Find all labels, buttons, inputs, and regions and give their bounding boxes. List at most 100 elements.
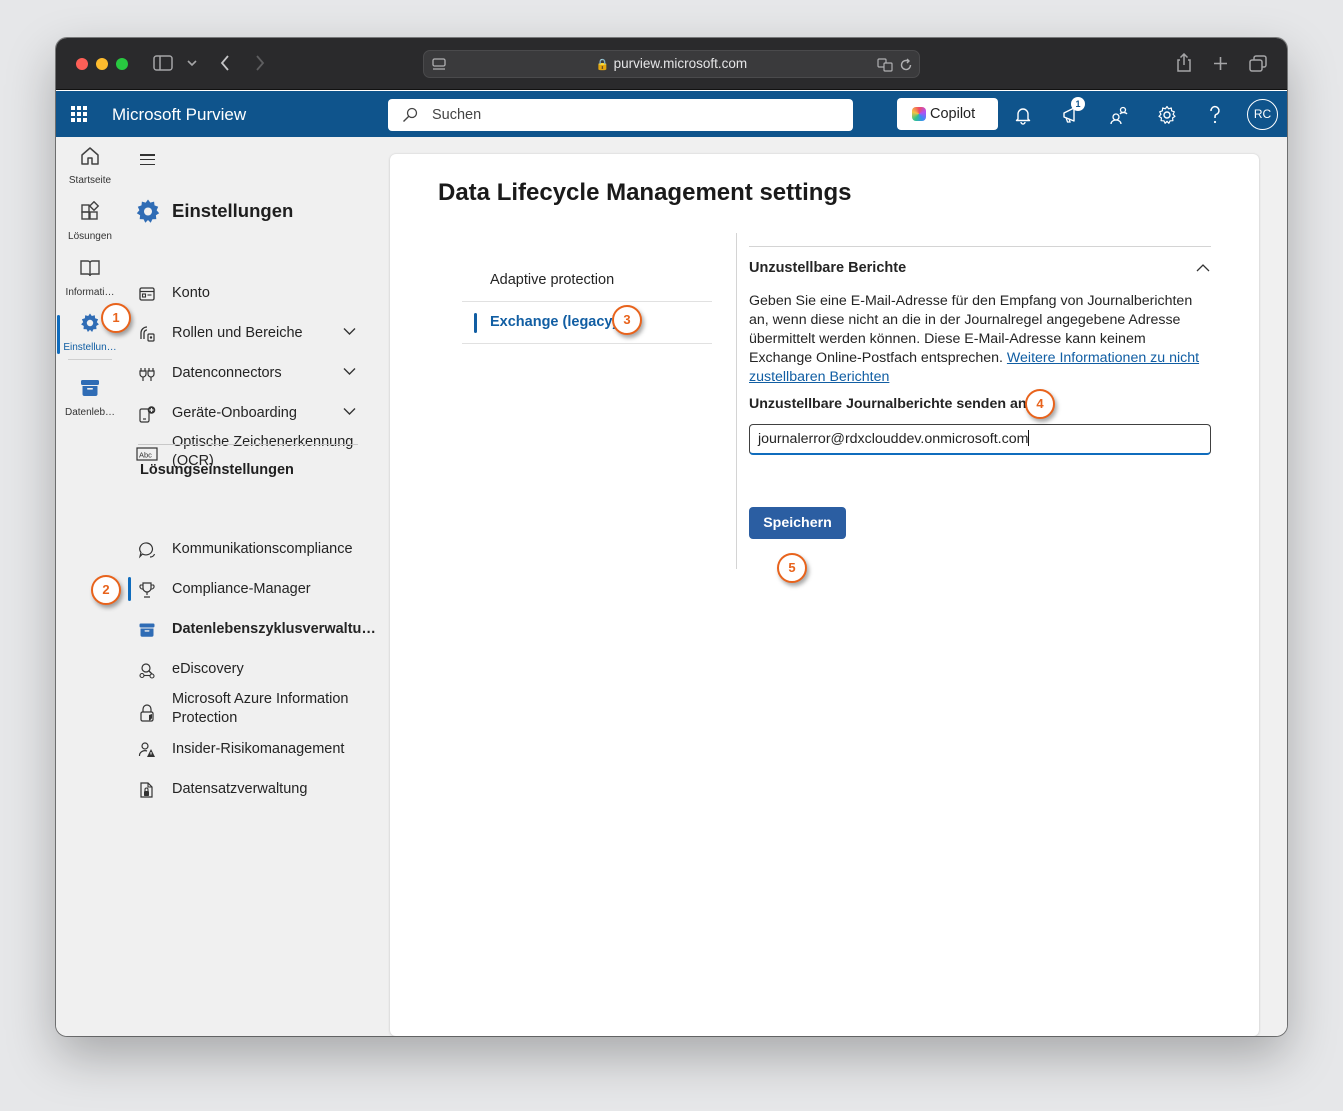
avatar[interactable]: RC (1247, 99, 1278, 130)
nav-item-label: Konto (172, 285, 210, 301)
help-icon[interactable] (1205, 105, 1225, 125)
nav-item-label: Insider-Risikomanagement (172, 741, 345, 757)
reload-icon[interactable] (899, 58, 913, 72)
chevron-down-icon[interactable] (343, 407, 356, 416)
section-rule (749, 246, 1211, 247)
save-button[interactable]: Speichern (749, 507, 846, 539)
nav-item-label: Microsoft Azure Information Protection (172, 691, 349, 726)
minimize-window-button[interactable] (96, 58, 108, 70)
app-title[interactable]: Microsoft Purview (112, 105, 246, 125)
nav-item-compliance-manager[interactable]: Compliance-Manager (124, 573, 390, 605)
trophy-icon (139, 582, 155, 598)
nav-item-roles[interactable]: Rollen und Bereiche (124, 317, 390, 349)
tab-active-indicator (474, 313, 477, 333)
copilot-icon (912, 107, 926, 121)
nav-item-device-onboarding[interactable]: Geräte-Onboarding (124, 397, 390, 429)
bell-icon[interactable] (1013, 105, 1033, 125)
callout-marker-5: 5 (777, 553, 807, 583)
insider-risk-icon (138, 742, 155, 757)
notification-badge: 1 (1071, 97, 1085, 111)
settings-tabs: Adaptive protection Exchange (legacy) (462, 260, 712, 344)
nav-item-label: Rollen und Bereiche (172, 325, 303, 341)
chevron-down-icon[interactable] (187, 60, 197, 67)
journal-email-input[interactable]: journalerror@rdxclouddev.onmicrosoft.com (749, 424, 1211, 455)
browser-window: 🔒 purview.microsoft.com Microsoft Purview… (56, 38, 1287, 1036)
hamburger-menu-icon[interactable] (140, 154, 155, 166)
nav-section-title: Lösungseinstellungen (140, 462, 294, 478)
tab-label: Exchange (legacy) (490, 314, 618, 330)
rail-label: Informati… (65, 287, 115, 298)
protection-icon (140, 704, 154, 722)
undeliverable-reports-section: Unzustellbare Berichte Geben Sie eine E-… (749, 246, 1211, 539)
app-launcher-icon[interactable] (71, 106, 87, 122)
back-icon[interactable] (220, 55, 230, 71)
chevron-down-icon[interactable] (343, 367, 356, 376)
account-icon (139, 287, 155, 301)
nav-item-records-management[interactable]: Datensatzverwaltung (124, 773, 390, 805)
settings-gear-icon[interactable] (1157, 105, 1177, 125)
nav-item-communication-compliance[interactable]: Kommunikationscompliance (124, 533, 390, 565)
chevron-down-icon[interactable] (343, 327, 356, 336)
tab-label: Adaptive protection (490, 272, 615, 288)
nav-item-label: Compliance-Manager (172, 581, 311, 597)
tab-overview-icon[interactable] (1249, 55, 1267, 72)
records-icon (140, 782, 153, 798)
search-box[interactable]: Suchen (388, 99, 853, 131)
address-bar[interactable]: 🔒 purview.microsoft.com (423, 50, 920, 78)
settings-nav: Einstellungen Konto Rollen und Bereiche … (124, 137, 390, 1036)
nav-item-insider-risk[interactable]: Insider-Risikomanagement (124, 733, 390, 765)
nav-item-label: Datenlebenszyklusverwaltu… (172, 621, 376, 637)
nav-item-account[interactable]: Konto (124, 277, 390, 309)
rail-label: Einstellun… (63, 342, 117, 353)
nav-item-label: Datenconnectors (172, 365, 282, 381)
sidebar-toggle-icon[interactable] (153, 55, 173, 71)
forward-icon[interactable] (255, 55, 265, 71)
email-field-value: journalerror@rdxclouddev.onmicrosoft.com (758, 431, 1029, 447)
nav-item-label: eDiscovery (172, 661, 244, 677)
zoom-window-button[interactable] (116, 58, 128, 70)
rail-item-information[interactable]: Informati… (56, 257, 124, 298)
roles-icon (140, 326, 155, 342)
rail-item-data-lifecycle[interactable]: Datenleb… (56, 377, 124, 418)
nav-item-label: Datensatzverwaltung (172, 781, 308, 797)
share-icon[interactable] (1176, 53, 1192, 72)
email-field-label: Unzustellbare Journalberichte senden an:… (749, 396, 1041, 412)
gear-icon (81, 313, 99, 332)
section-title[interactable]: Unzustellbare Berichte (749, 260, 906, 276)
copilot-button[interactable]: Copilot (897, 98, 998, 130)
settings-card: Data Lifecycle Management settings Adapt… (390, 154, 1259, 1036)
section-description: Geben Sie eine E-Mail-Adresse für den Em… (749, 292, 1211, 387)
app-header: Microsoft Purview Suchen Copilot 1 RC (56, 91, 1287, 137)
copilot-label: Copilot (930, 106, 976, 122)
solutions-icon (81, 200, 100, 220)
translate-icon[interactable] (877, 58, 893, 72)
archive-icon (81, 380, 99, 396)
nav-item-label: Kommunikationscompliance (172, 541, 353, 557)
ocr-icon: Abc (136, 447, 158, 461)
nav-item-ediscovery[interactable]: eDiscovery (124, 653, 390, 685)
nav-item-label: Geräte-Onboarding (172, 405, 297, 421)
callout-marker-1: 1 (101, 303, 131, 333)
tab-exchange-legacy[interactable]: Exchange (legacy) (462, 302, 712, 344)
nav-item-azure-information-protection[interactable]: Microsoft Azure Information Protection (124, 691, 390, 733)
chevron-up-icon[interactable] (1196, 263, 1210, 272)
new-tab-icon[interactable] (1213, 56, 1228, 71)
nav-item-data-lifecycle-management[interactable]: Datenlebenszyklusverwaltu… (124, 613, 390, 645)
rail-item-home[interactable]: Startseite (56, 145, 124, 186)
ediscovery-icon (139, 663, 155, 679)
people-icon[interactable] (1109, 105, 1129, 125)
rail-label: Startseite (68, 175, 112, 186)
close-window-button[interactable] (76, 58, 88, 70)
search-input[interactable]: Suchen (432, 107, 481, 123)
nav-divider (138, 444, 358, 445)
page-title: Data Lifecycle Management settings (438, 179, 852, 206)
callout-marker-3: 3 (612, 305, 642, 335)
tab-adaptive-protection[interactable]: Adaptive protection (462, 260, 712, 302)
rail-item-solutions[interactable]: Lösungen (56, 200, 124, 242)
nav-heading: Einstellungen (172, 200, 294, 221)
chat-icon (138, 542, 156, 559)
book-icon (80, 260, 100, 277)
nav-item-data-connectors[interactable]: Datenconnectors (124, 357, 390, 389)
url-text: 🔒 purview.microsoft.com (424, 56, 919, 71)
rail-label: Lösungen (68, 231, 112, 242)
